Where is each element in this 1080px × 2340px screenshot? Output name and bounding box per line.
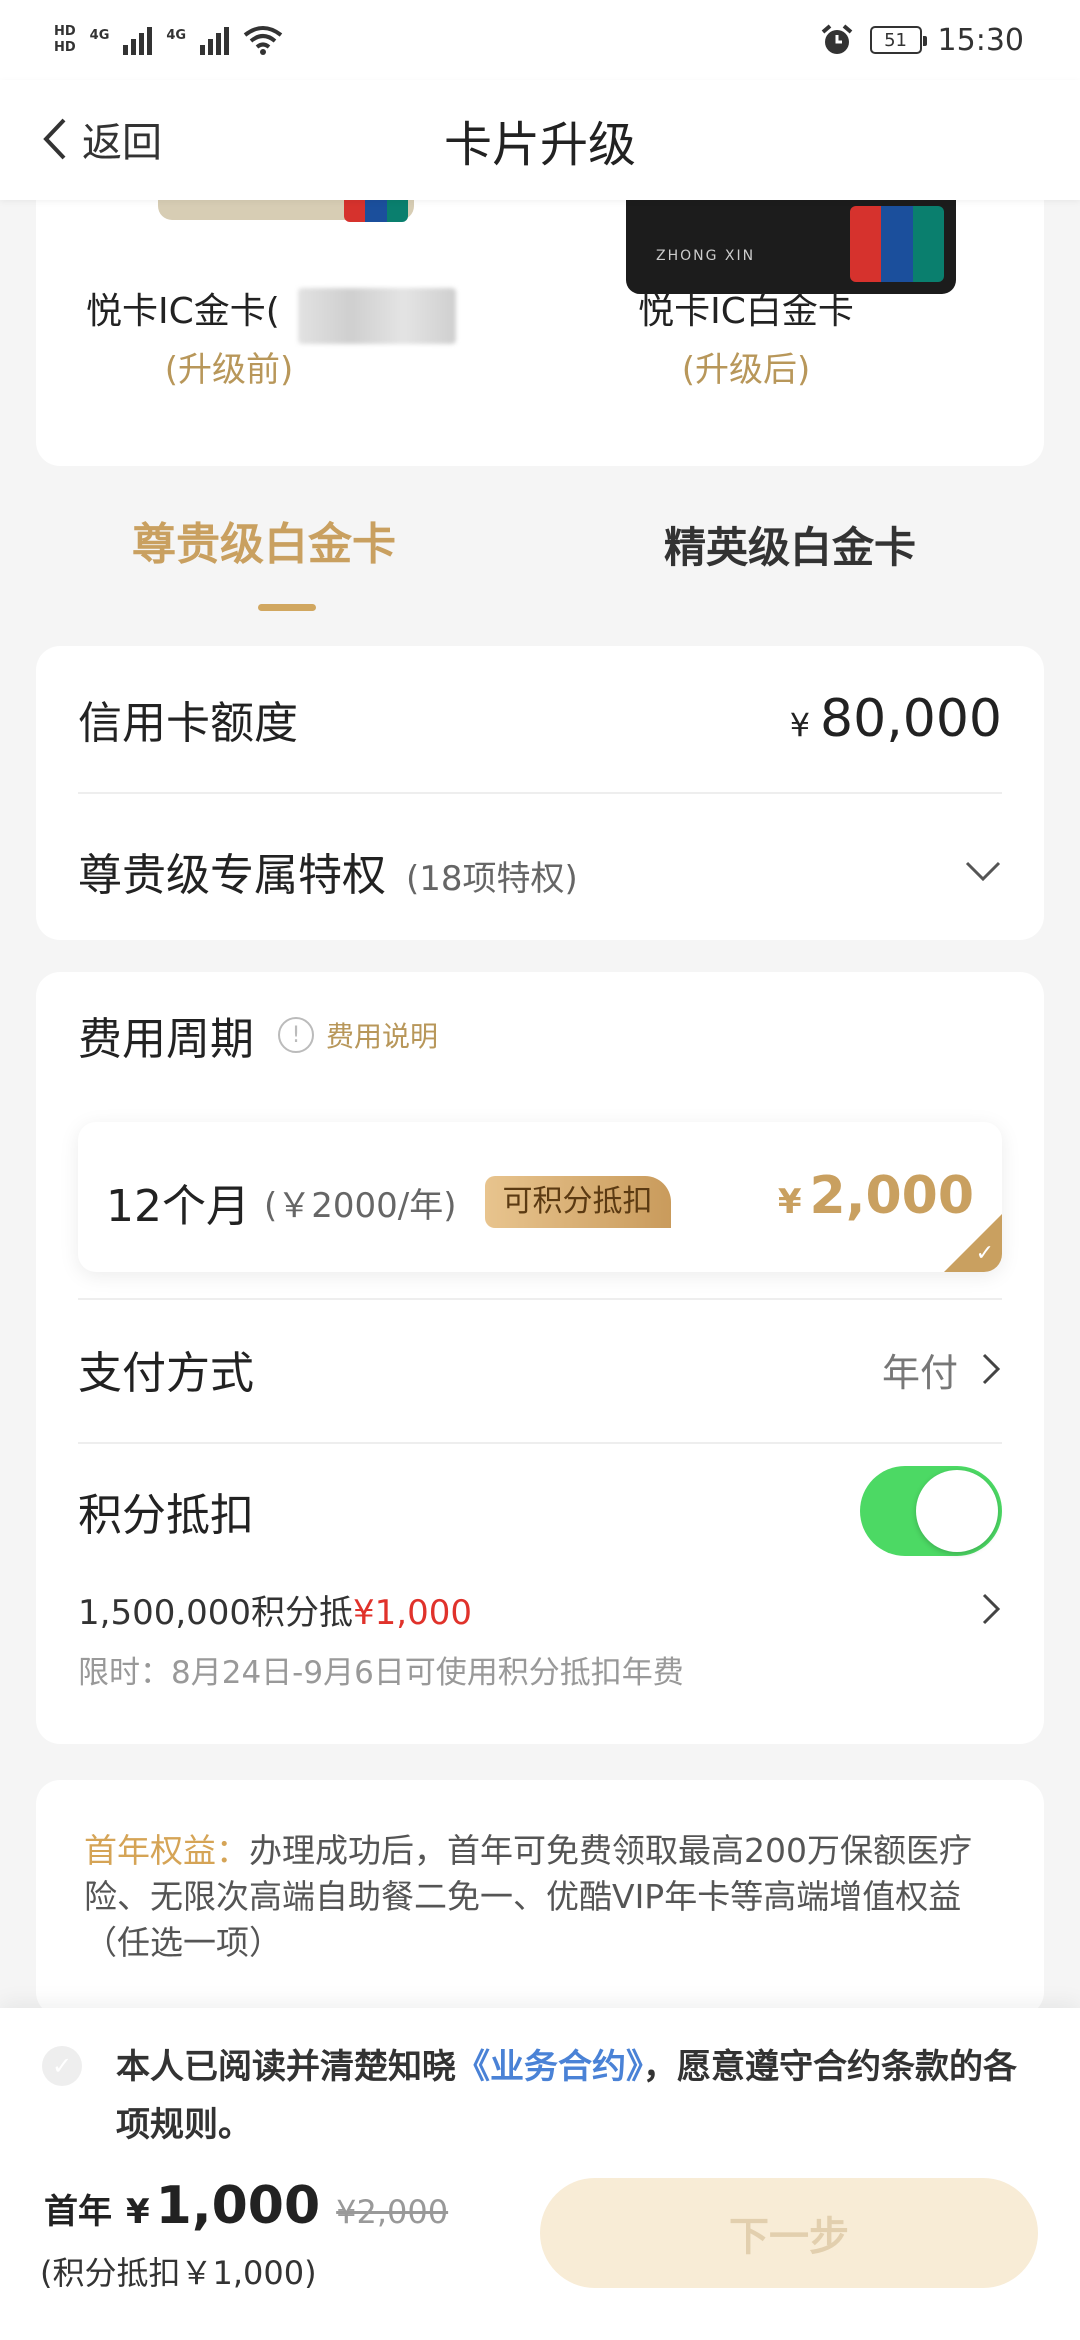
masked-card-number [298, 288, 456, 344]
payment-method-value: 年付 [881, 1350, 958, 1395]
first-year-benefit: 首年权益：办理成功后，首年可免费领取最高200万保额医疗险、无限次高端自助餐二免… [84, 1828, 984, 1966]
payment-method-value-group: 年付 [882, 1342, 1002, 1397]
nav-bar: 返回 卡片升级 [0, 80, 1080, 200]
unionpay-logo [344, 200, 408, 222]
first-year-amount: ¥1,000 [126, 2176, 320, 2236]
agreement-text: 本人已阅读并清楚知晓《业务合约》，愿意遵守合约条款的各项规则。 [116, 2038, 1036, 2154]
first-year-label: 首年 [44, 2192, 112, 2232]
currency-symbol: ¥ [789, 706, 811, 744]
fee-panel: 费用周期 ! 费用说明 12个月 (￥2000/年) 可积分抵扣 ¥2,000 … [36, 972, 1044, 1744]
first-year-price: 首年 ¥1,000 ¥2,000 [44, 2176, 448, 2236]
period-length: 12个月 [106, 1181, 250, 1232]
hd-label-1: HD [54, 24, 76, 39]
points-deduct-note: (积分抵扣￥1,000) [40, 2254, 317, 2292]
hd-label-2: HD [54, 40, 76, 55]
battery-level: 51 [884, 29, 907, 51]
tab-premium-platinum[interactable]: 尊贵级白金卡 [132, 508, 396, 572]
wifi-icon [243, 26, 283, 55]
fee-period-option[interactable]: 12个月 (￥2000/年) 可积分抵扣 ¥2,000 ✓ [78, 1122, 1002, 1272]
credit-limit-amount: 80,000 [820, 689, 1002, 749]
active-tab-indicator [258, 604, 316, 611]
fee-period-header: 费用周期 ! 费用说明 [78, 1002, 1002, 1068]
clock: 15:30 [937, 22, 1024, 58]
card-holder: ZHONG XIN [656, 248, 756, 264]
page-title: 卡片升级 [443, 117, 636, 173]
platinum-card-image: ZHONG XIN [626, 200, 956, 294]
bottom-bar: ✓ 本人已阅读并清楚知晓《业务合约》，愿意遵守合约条款的各项规则。 首年 ¥1,… [0, 2008, 1080, 2340]
credit-limit-row: 信用卡额度 ¥80,000 [78, 686, 1002, 752]
agreement-prefix: 本人已阅读并清楚知晓 [116, 2047, 456, 2087]
card-tag-after: (升级后) [681, 350, 811, 390]
card-name-before: 悦卡IC金卡( [86, 291, 280, 332]
signal-icon [200, 25, 230, 55]
back-label: 返回 [82, 120, 162, 166]
card-tag-before: (升级前) [164, 350, 294, 390]
points-detail-prefix: 1,500,000积分抵 [78, 1592, 354, 1633]
privilege-row[interactable]: 尊贵级专属特权 (18项特权) [78, 838, 1002, 904]
network-type-2: 4G [166, 28, 187, 43]
original-price: ¥2,000 [336, 2193, 449, 2231]
currency-symbol: ¥ [126, 2192, 150, 2232]
chevron-down-icon[interactable] [964, 859, 1002, 883]
signal-icon [123, 25, 153, 55]
privilege-label: 尊贵级专属特权 [78, 850, 386, 901]
gold-card-image [158, 200, 414, 222]
currency-symbol: ¥ [777, 1182, 802, 1222]
points-deduct-row: 积分抵扣 [78, 1452, 1002, 1570]
payment-method-row[interactable]: 支付方式 年付 [78, 1310, 1002, 1428]
chevron-right-icon [982, 1593, 1001, 1625]
divider [78, 1298, 1002, 1300]
credit-panel: 信用卡额度 ¥80,000 尊贵级专属特权 (18项特权) [36, 646, 1044, 940]
divider [78, 1442, 1002, 1444]
points-detail-amount: ¥1,000 [353, 1592, 473, 1633]
status-left: HD HD 4G 4G [54, 24, 283, 56]
points-deduct-toggle[interactable] [860, 1466, 1002, 1556]
points-limit-note: 限时：8月24日-9月6日可使用积分抵扣年费 [78, 1654, 684, 1691]
status-bar: HD HD 4G 4G 51 15:30 [0, 0, 1080, 80]
points-detail-row[interactable]: 1,500,000积分抵¥1,000 [78, 1585, 1002, 1634]
points-deductible-badge: 可积分抵扣 [484, 1176, 671, 1228]
agreement-checkbox[interactable]: ✓ [42, 2046, 82, 2086]
privilege-label-group: 尊贵级专属特权 (18项特权) [78, 839, 578, 903]
card-level-tabs: 尊贵级白金卡 精英级白金卡 [0, 480, 1080, 630]
points-limit-row: 限时：8月24日-9月6日可使用积分抵扣年费 [78, 1646, 1002, 1692]
check-icon: ✓ [975, 1241, 994, 1266]
first-year-amount-value: 1,000 [155, 2176, 321, 2236]
benefit-highlight: 首年权益： [84, 1831, 249, 1870]
status-right: 51 15:30 [820, 23, 1024, 58]
points-detail: 1,500,000积分抵¥1,000 [78, 1585, 472, 1634]
chevron-right-icon [982, 1353, 1001, 1385]
agreement-link[interactable]: 《业务合约》 [456, 2047, 643, 2087]
period-info: 12个月 (￥2000/年) 可积分抵扣 [106, 1170, 671, 1234]
battery-icon: 51 [869, 26, 927, 54]
back-button[interactable]: 返回 [40, 110, 162, 168]
credit-limit-label: 信用卡额度 [78, 698, 298, 749]
privilege-count: (18项特权) [406, 859, 578, 899]
unionpay-logo [850, 206, 944, 282]
info-icon[interactable]: ! [278, 1017, 314, 1053]
alarm-icon [821, 24, 852, 54]
payment-method-label: 支付方式 [78, 1348, 254, 1399]
period-rate: (￥2000/年) [264, 1185, 457, 1226]
fee-period-label: 费用周期 [78, 1014, 254, 1065]
card-compare-panel: ZHONG XIN 悦卡IC金卡( (升级前) 悦卡IC白金卡 (升级后) [36, 160, 1044, 466]
network-type-1: 4G [89, 28, 110, 43]
card-name-after: 悦卡IC白金卡 [638, 291, 854, 332]
fee-explain-link[interactable]: 费用说明 [326, 1015, 438, 1055]
hd-indicator: HD HD [54, 24, 76, 56]
chevron-left-icon [43, 118, 66, 160]
next-step-button[interactable]: 下一步 [540, 2178, 1038, 2288]
tab-elite-platinum[interactable]: 精英级白金卡 [664, 514, 916, 575]
benefit-panel: 首年权益：办理成功后，首年可免费领取最高200万保额医疗险、无限次高端自助餐二免… [36, 1780, 1044, 2016]
credit-limit-value: ¥80,000 [790, 689, 1002, 749]
points-deduct-label: 积分抵扣 [78, 1490, 254, 1541]
divider [78, 792, 1002, 794]
agreement-row: ✓ 本人已阅读并清楚知晓《业务合约》，愿意遵守合约条款的各项规则。 [42, 2038, 1036, 2154]
